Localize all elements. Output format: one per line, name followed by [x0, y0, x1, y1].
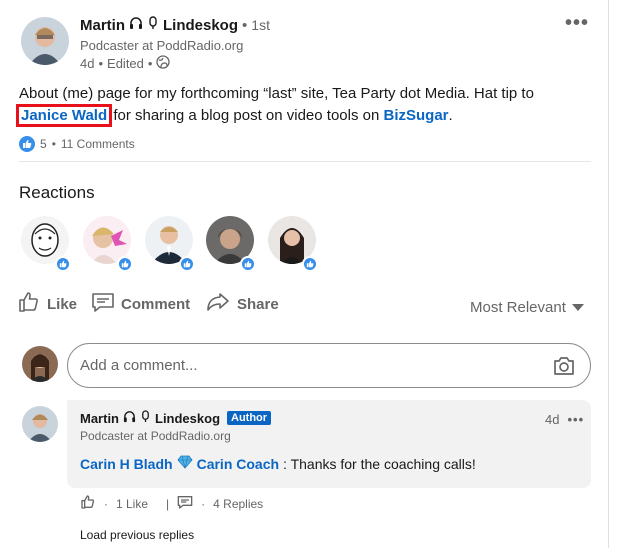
mention-bizsugar[interactable]: BizSugar [384, 107, 449, 124]
share-label: Share [237, 295, 279, 313]
like-reaction-icon [117, 256, 133, 272]
edited-label: Edited [107, 56, 144, 71]
reply-icon[interactable] [177, 494, 193, 513]
author-first-name[interactable]: Martin [80, 17, 125, 34]
globe-icon [156, 55, 171, 72]
author-avatar[interactable] [21, 17, 69, 65]
thumbs-up-icon [17, 290, 41, 318]
author-headline: Podcaster at PoddRadio.org [80, 38, 244, 53]
post-text: About (me) page for my forthcoming “last… [15, 85, 534, 127]
post-meta: 4d • Edited • [80, 55, 171, 72]
comment-more-options-button[interactable]: ••• [567, 412, 584, 427]
diamond-icon [177, 455, 193, 472]
comment-like-count[interactable]: 1 Like [116, 497, 148, 511]
reactions-title: Reactions [19, 183, 95, 202]
caret-down-icon [571, 304, 584, 311]
comment-label: Comment [121, 295, 191, 313]
like-label: Like [47, 295, 78, 313]
comment-author-line[interactable]: Martin Lindeskog Author [80, 410, 272, 426]
comment-time: 4d [545, 412, 560, 427]
reaction-count[interactable]: 5 [40, 137, 47, 151]
comment-author-headline: Podcaster at PoddRadio.org [80, 429, 231, 443]
commenter-avatar[interactable] [22, 406, 58, 442]
microphone-icon [140, 410, 151, 426]
mention-carin-coach[interactable]: Carin Coach [197, 456, 279, 472]
divider [19, 161, 591, 162]
like-button[interactable]: Like [17, 290, 77, 318]
author-name-line[interactable]: Martin Lindeskog • 1st [80, 16, 270, 34]
like-reaction-icon [179, 256, 195, 272]
author-badge: Author [227, 411, 272, 425]
comment-input[interactable] [80, 357, 530, 374]
post-age: 4d [80, 56, 95, 71]
camera-icon[interactable] [552, 354, 576, 383]
post-more-options-button[interactable]: ••• [565, 12, 589, 35]
post-card: Martin Lindeskog • 1st Podcaster at Podd… [0, 0, 609, 548]
microphone-icon [147, 16, 159, 34]
comment-author-last[interactable]: Lindeskog [155, 411, 220, 426]
separator-dot: • [242, 16, 248, 34]
headphones-icon [129, 16, 143, 34]
comment-meta: 4d ••• [545, 412, 584, 427]
headphones-icon [123, 410, 136, 426]
share-icon [205, 290, 231, 318]
mention-carin-h-bladh[interactable]: Carin H Bladh [80, 456, 173, 472]
thumbs-up-icon[interactable] [80, 494, 96, 513]
like-reaction-icon [19, 136, 35, 152]
like-reaction-icon [240, 256, 256, 272]
comment-reply-count[interactable]: 4 Replies [213, 497, 263, 511]
comment-text: Carin H Bladh Carin Coach: Thanks for th… [80, 455, 476, 472]
comment-actions: · 1 Like | · 4 Replies [80, 494, 263, 513]
comment-button[interactable]: Comment [91, 290, 190, 318]
comment-icon [91, 290, 115, 318]
mention-janice-wald[interactable]: Janice Wald [15, 104, 113, 127]
comment-author-first[interactable]: Martin [80, 411, 119, 426]
sort-dropdown[interactable]: Most Relevant [470, 299, 584, 316]
author-last-name[interactable]: Lindeskog [163, 17, 238, 34]
load-previous-replies-link[interactable]: Load previous replies [80, 528, 194, 542]
like-reaction-icon [55, 256, 71, 272]
comments-count[interactable]: 11 Comments [61, 137, 135, 151]
connection-degree: 1st [251, 17, 270, 33]
comment-input-container[interactable] [67, 343, 591, 388]
share-button[interactable]: Share [205, 290, 279, 318]
current-user-avatar [22, 346, 58, 382]
like-reaction-icon [302, 256, 318, 272]
sort-label: Most Relevant [470, 299, 566, 316]
social-counts[interactable]: 5 • 11 Comments [19, 136, 135, 152]
